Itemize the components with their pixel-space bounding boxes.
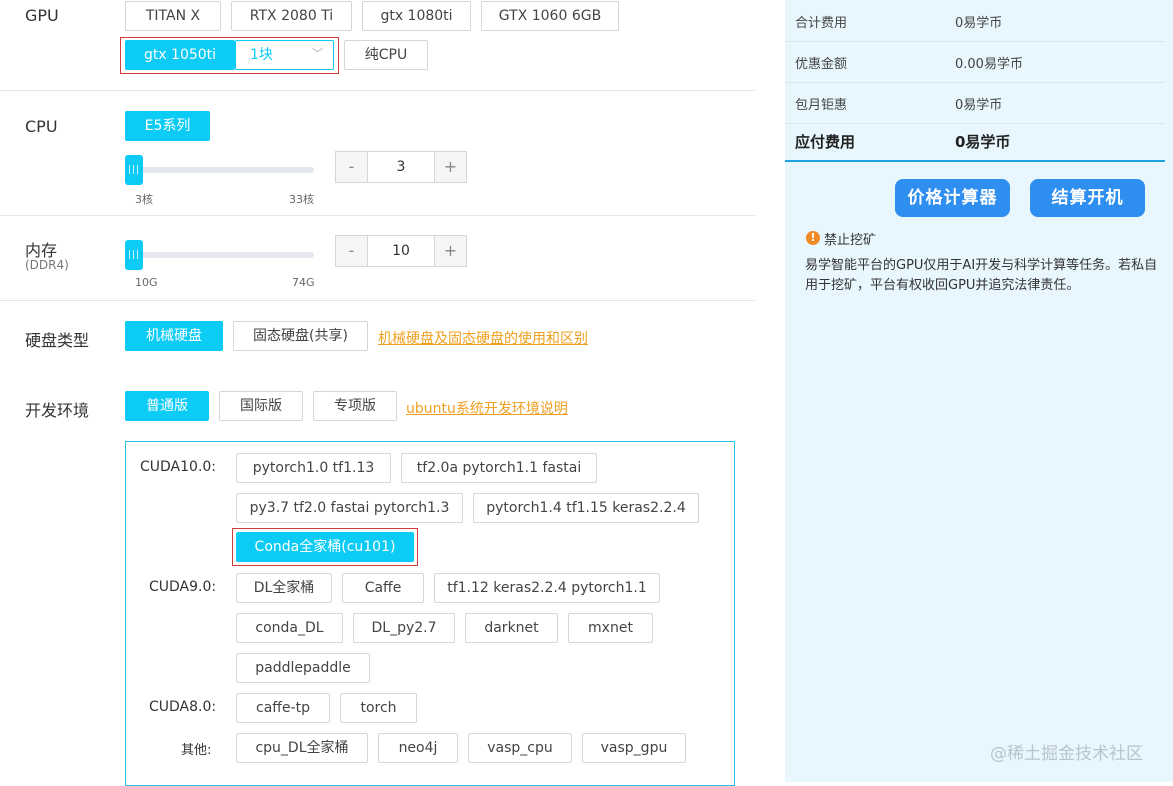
cpu-series-button[interactable]: E5系列 — [125, 111, 210, 141]
cpu-stepper: - 3 + — [335, 151, 467, 183]
fee-row-monthly: 包月钜惠 0易学币 — [785, 82, 1165, 124]
cuda8-label: CUDA8.0: — [149, 699, 217, 715]
env-image-option[interactable]: DL_py2.7 — [353, 613, 455, 643]
gpu-label: GPU — [25, 6, 59, 25]
disk-help-link[interactable]: 机械硬盘及固态硬盘的使用和区别 — [378, 328, 588, 348]
fee-value: 0.00易学币 — [955, 57, 1023, 72]
env-image-option[interactable]: mxnet — [568, 613, 653, 643]
disk-option-hdd[interactable]: 机械硬盘 — [125, 321, 223, 351]
cpu-min-label: 3核 — [135, 193, 153, 206]
env-image-box: CUDA10.0: pytorch1.0 tf1.13 tf2.0a pytor… — [125, 441, 735, 786]
env-image-option[interactable]: cpu_DL全家桶 — [236, 733, 368, 763]
amount-due-row: 应付费用 0易学币 — [785, 120, 1165, 162]
amount-due-value: 0易学币 — [955, 133, 1011, 151]
memory-increment-button[interactable]: + — [434, 236, 466, 266]
env-help-link[interactable]: ubuntu系统开发环境说明 — [406, 398, 568, 418]
cuda9-label: CUDA9.0: — [149, 579, 217, 595]
cpu-label: CPU — [25, 117, 58, 136]
env-image-option[interactable]: tf1.12 keras2.2.4 pytorch1.1 — [434, 573, 660, 603]
gpu-count-select[interactable]: 1块 ﹀ — [235, 40, 334, 70]
env-image-option[interactable]: vasp_cpu — [468, 733, 572, 763]
env-label: 开发环境 — [25, 401, 90, 420]
fee-row-total: 合计费用 0易学币 — [785, 0, 1165, 42]
memory-stepper: - 10 + — [335, 235, 467, 267]
env-image-option[interactable]: paddlepaddle — [236, 653, 370, 683]
env-image-option[interactable]: py3.7 tf2.0 fastai pytorch1.3 — [236, 493, 463, 523]
fee-value: 0易学币 — [955, 16, 1003, 31]
env-image-option[interactable]: Caffe — [342, 573, 424, 603]
cpu-slider-handle[interactable]: ||| — [125, 155, 143, 185]
memory-max-label: 74G — [292, 276, 315, 289]
env-image-option[interactable]: tf2.0a pytorch1.1 fastai — [401, 453, 597, 483]
env-image-option[interactable]: vasp_gpu — [582, 733, 686, 763]
env-option-special[interactable]: 专项版 — [313, 391, 397, 421]
env-image-option-selected[interactable]: Conda全家桶(cu101) — [236, 532, 414, 562]
memory-decrement-button[interactable]: - — [336, 236, 368, 266]
gpu-option-gtx-1080ti[interactable]: gtx 1080ti — [362, 1, 471, 31]
amount-due-label: 应付费用 — [795, 133, 856, 151]
other-label: 其他: — [181, 743, 212, 758]
gpu-option-titan-x[interactable]: TITAN X — [125, 1, 221, 31]
memory-min-label: 10G — [135, 276, 158, 289]
fee-value: 0易学币 — [955, 98, 1003, 113]
watermark: @稀土掘金技术社区 — [990, 744, 1143, 764]
env-image-option[interactable]: conda_DL — [236, 613, 343, 643]
cpu-value-input[interactable]: 3 — [368, 152, 434, 182]
notice-text: 易学智能平台的GPU仅用于AI开发与科学计算等任务。若私自用于挖矿，平台有权收回… — [805, 258, 1158, 293]
gpu-option-gtx-1050ti[interactable]: gtx 1050ti — [125, 40, 235, 70]
env-image-option[interactable]: pytorch1.4 tf1.15 keras2.2.4 — [473, 493, 699, 523]
divider — [0, 90, 755, 91]
cpu-increment-button[interactable]: + — [434, 152, 466, 182]
cpu-decrement-button[interactable]: - — [336, 152, 368, 182]
warning-icon: ! — [806, 231, 820, 245]
gpu-count-value: 1块 — [250, 47, 273, 63]
env-image-option[interactable]: caffe-tp — [236, 693, 330, 723]
cpu-slider-track[interactable] — [128, 167, 314, 173]
divider — [0, 215, 755, 216]
cuda10-label: CUDA10.0: — [140, 459, 217, 475]
price-calculator-button[interactable]: 价格计算器 — [895, 179, 1010, 217]
disk-option-ssd[interactable]: 固态硬盘(共享) — [233, 321, 368, 351]
memory-value-input[interactable]: 10 — [368, 236, 434, 266]
gpu-option-rtx-2080-ti[interactable]: RTX 2080 Ti — [231, 1, 352, 31]
fee-label: 优惠金额 — [795, 57, 848, 72]
config-panel: GPU TITAN X RTX 2080 Ti gtx 1080ti GTX 1… — [0, 0, 785, 786]
fee-label: 合计费用 — [795, 16, 848, 31]
env-image-option[interactable]: darknet — [465, 613, 558, 643]
env-image-option[interactable]: pytorch1.0 tf1.13 — [236, 453, 391, 483]
env-image-option[interactable]: torch — [340, 693, 417, 723]
fee-row-discount: 优惠金额 0.00易学币 — [785, 41, 1165, 83]
env-option-international[interactable]: 国际版 — [219, 391, 303, 421]
env-image-option[interactable]: DL全家桶 — [236, 573, 332, 603]
gpu-option-gtx-1060[interactable]: GTX 1060 6GB — [481, 1, 619, 31]
env-option-standard[interactable]: 普通版 — [125, 391, 209, 421]
summary-panel: 合计费用 0易学币 优惠金额 0.00易学币 包月钜惠 0易学币 应付费用 0易… — [785, 0, 1173, 782]
memory-slider-handle[interactable]: ||| — [125, 240, 143, 270]
gpu-option-cpu-only[interactable]: 纯CPU — [344, 40, 428, 70]
fee-label: 包月钜惠 — [795, 98, 848, 113]
divider — [0, 300, 755, 301]
env-image-option[interactable]: neo4j — [378, 733, 458, 763]
disk-label: 硬盘类型 — [25, 331, 90, 350]
notice-title: 禁止挖矿 — [824, 233, 877, 248]
memory-sublabel: (DDR4) — [25, 258, 69, 272]
chevron-down-icon: ﹀ — [312, 47, 323, 60]
checkout-start-button[interactable]: 结算开机 — [1030, 179, 1145, 217]
cpu-max-label: 33核 — [289, 193, 314, 206]
memory-slider-track[interactable] — [128, 252, 314, 258]
